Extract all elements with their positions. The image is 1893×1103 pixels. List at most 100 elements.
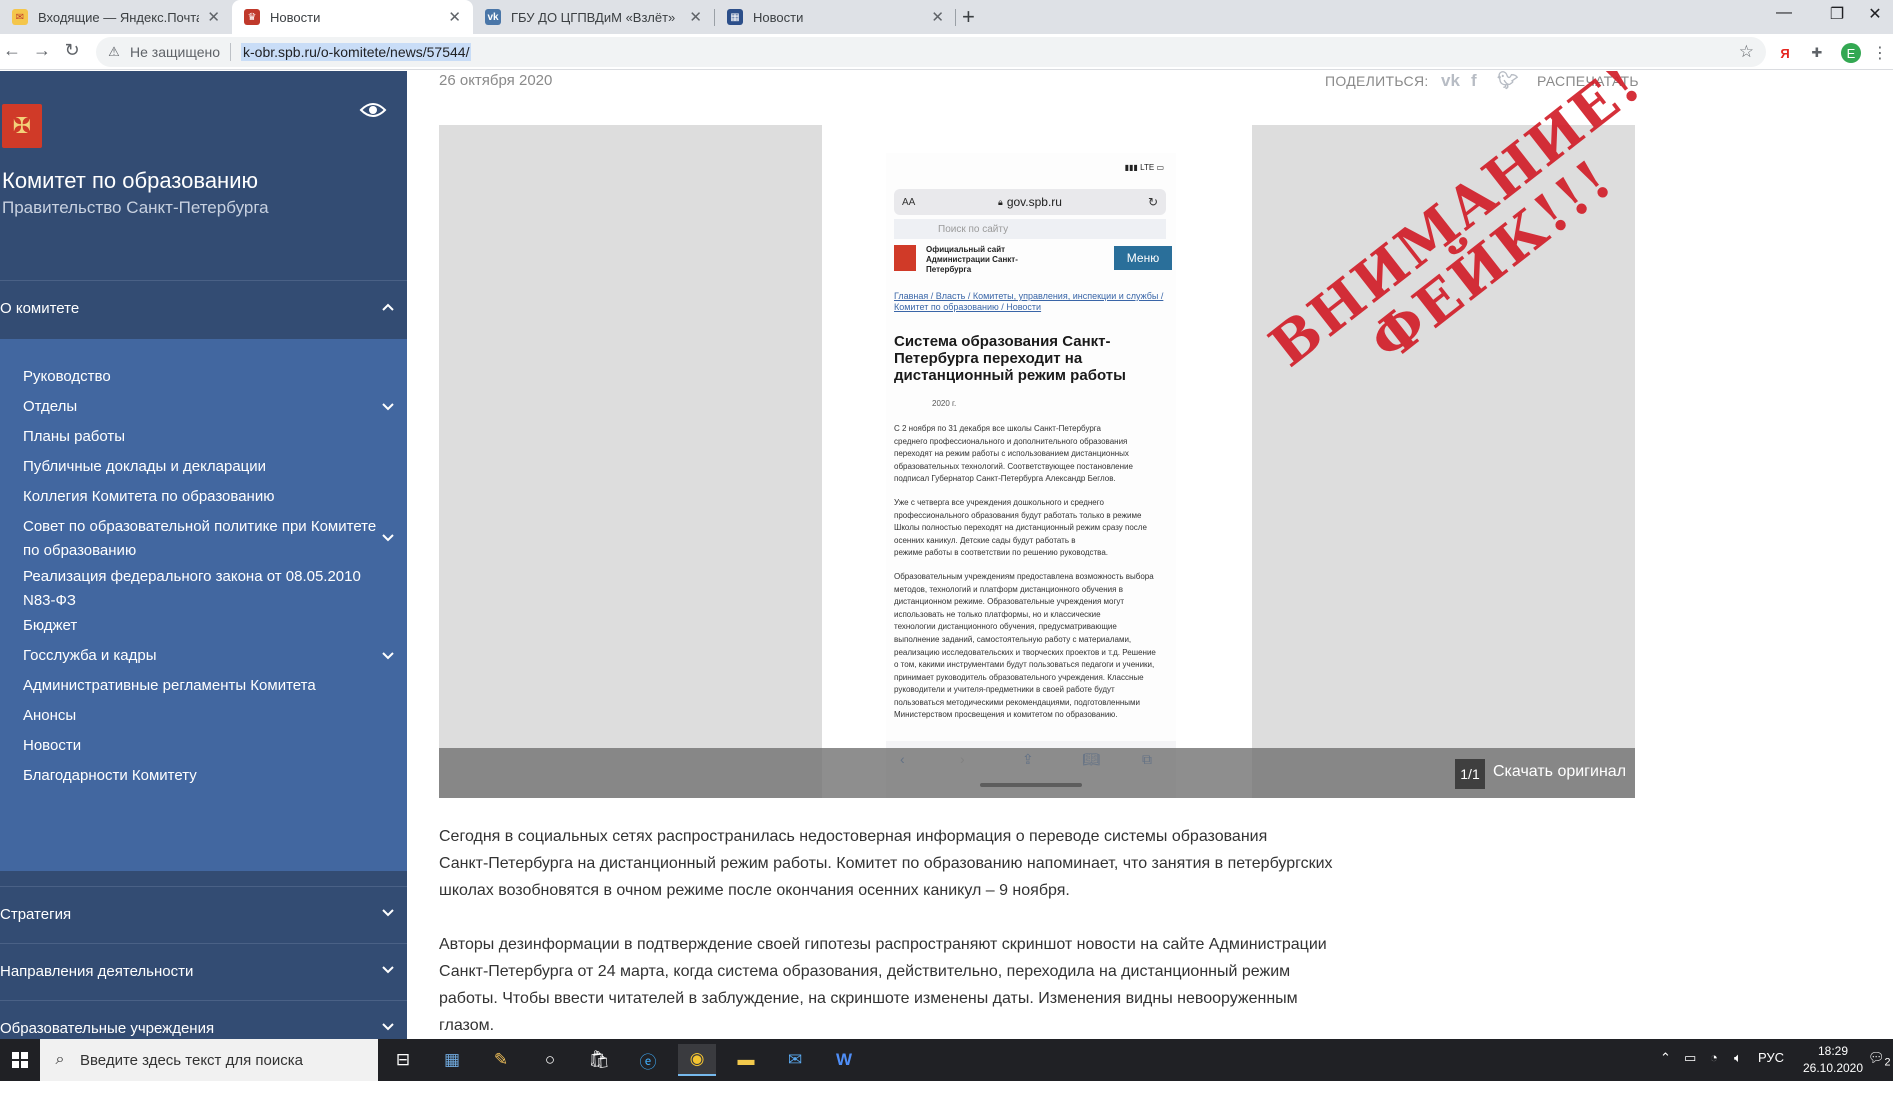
- tab-close-icon[interactable]: ✕: [689, 8, 702, 26]
- phone-body-line: использовать не только платформы, но и к…: [894, 609, 1101, 619]
- phone-site-title: Официальный сайт Администрации Санкт-Пет…: [926, 245, 1018, 274]
- sidebar-item-thanks[interactable]: Благодарности Комитету: [23, 764, 383, 788]
- chevron-down-icon[interactable]: [381, 963, 395, 977]
- phone-body-line: реализацию исследовательских и творчески…: [894, 647, 1156, 657]
- restore-icon[interactable]: ❐: [1822, 4, 1852, 24]
- reload-icon[interactable]: ↻: [60, 40, 84, 61]
- mail-icon[interactable]: ✉: [776, 1044, 814, 1076]
- kebab-menu-icon[interactable]: ⋮: [1870, 43, 1890, 63]
- sidebar-section-label: Стратегия: [0, 906, 72, 923]
- cortana-icon[interactable]: ○: [531, 1044, 569, 1076]
- battery-icon[interactable]: ▭: [1684, 1050, 1696, 1066]
- tab-yandex-mail[interactable]: ✉ Входящие — Яндекс.Почта ✕: [0, 0, 232, 34]
- taskbar-search-box[interactable]: ⌕ Введите здесь текст для поиска: [40, 1039, 378, 1081]
- sidebar-item-collegium[interactable]: Коллегия Комитета по образованию: [23, 485, 383, 509]
- back-arrow-icon[interactable]: ←: [0, 40, 24, 61]
- not-secure-label[interactable]: Не защищено: [130, 44, 220, 60]
- organization-name[interactable]: Комитет по образованию: [2, 168, 258, 194]
- paragraph-line: Авторы дезинформации в подтверждение сво…: [439, 936, 1327, 953]
- sidebar-section-directions[interactable]: Направления деятельности: [0, 943, 407, 999]
- sidebar-item-news[interactable]: Новости: [23, 734, 383, 758]
- windows-start-icon[interactable]: [0, 1039, 40, 1081]
- url-text[interactable]: k-obr.spb.ru/o-komitete/news/57544/: [241, 43, 472, 61]
- phone-search-bar: Поиск по сайту: [894, 219, 1166, 239]
- paragraph-line: Сегодня в социальных сетях распространил…: [439, 828, 1268, 845]
- yandex-extension-icon[interactable]: Я: [1775, 43, 1795, 63]
- phone-body-line: Министерством просвещения и комитетом по…: [894, 710, 1118, 720]
- phone-body-line: пользоваться методическими рекомендациям…: [894, 697, 1141, 707]
- tab-vzlet[interactable]: vk ГБУ ДО ЦГПВДиМ «Взлёт» ✕: [473, 0, 714, 34]
- chevron-down-icon[interactable]: [381, 400, 395, 414]
- chrome-icon[interactable]: ◉: [678, 1044, 716, 1076]
- word-icon[interactable]: W: [825, 1044, 863, 1076]
- sidebar-item-leadership[interactable]: Руководство: [23, 365, 383, 389]
- sidebar-item-work-plans[interactable]: Планы работы: [23, 425, 383, 449]
- twitter-share-icon[interactable]: 🐦︎: [1497, 71, 1519, 91]
- chevron-down-icon[interactable]: [381, 1020, 395, 1034]
- phone-body-line: переходят на режим работы с использовани…: [894, 449, 1129, 459]
- language-indicator[interactable]: РУС: [1758, 1050, 1784, 1065]
- bookmark-star-icon[interactable]: ☆: [1739, 42, 1754, 62]
- sidebar-section-label: О комитете: [0, 300, 80, 317]
- article-date: 26 октября 2020: [439, 72, 553, 89]
- sidebar: ✠ Комитет по образованию Правительство С…: [0, 71, 407, 1039]
- store-icon[interactable]: 🛍︎: [580, 1044, 618, 1076]
- sidebar-item-announcements[interactable]: Анонсы: [23, 704, 383, 728]
- vk-share-icon[interactable]: vk: [1441, 71, 1460, 91]
- profile-avatar[interactable]: E: [1841, 43, 1861, 63]
- minimize-icon[interactable]: —: [1769, 4, 1799, 22]
- sidebar-section-strategy[interactable]: Стратегия: [0, 886, 407, 942]
- phone-body-line: методов, технологий и платформ дистанцио…: [894, 584, 1123, 594]
- forward-arrow-icon[interactable]: →: [30, 40, 54, 61]
- phone-menu-button: Меню: [1114, 246, 1172, 270]
- sidebar-item-civil-service[interactable]: Госслужба и кадры: [23, 644, 383, 668]
- task-view-icon[interactable]: ⊟: [384, 1044, 422, 1076]
- facebook-share-icon[interactable]: f: [1471, 71, 1477, 91]
- address-bar[interactable]: ⚠ Не защищено k-obr.spb.ru/o-komitete/ne…: [96, 37, 1766, 67]
- chevron-down-icon[interactable]: [381, 531, 395, 545]
- edge-icon[interactable]: ⓔ: [629, 1044, 667, 1076]
- tab-title: Входящие — Яндекс.Почта: [38, 9, 200, 25]
- tab-close-icon[interactable]: ✕: [207, 8, 220, 26]
- tab-close-icon[interactable]: ✕: [448, 8, 461, 26]
- file-explorer-icon[interactable]: ▬: [727, 1044, 765, 1076]
- clock[interactable]: 18:29 26.10.2020: [1801, 1043, 1865, 1077]
- phone-coat-of-arms-icon: [894, 245, 916, 271]
- sidebar-item-regulations[interactable]: Административные регламенты Комитета: [23, 674, 383, 698]
- chevron-down-icon[interactable]: [381, 906, 395, 920]
- sidebar-item-public-reports[interactable]: Публичные доклады и декларации: [23, 455, 383, 479]
- warning-icon[interactable]: ⚠: [106, 44, 122, 60]
- phone-body-line: Школы полностью переходят на дистанционн…: [894, 523, 1147, 533]
- tab-title: Новости: [753, 9, 804, 25]
- tab-news-active[interactable]: ♛ Новости ✕: [232, 0, 473, 34]
- chevron-up-icon[interactable]: [381, 300, 395, 314]
- notifications-icon[interactable]: 💬︎2: [1868, 1050, 1891, 1069]
- accessibility-eye-icon[interactable]: [359, 101, 387, 119]
- phone-body-line: руководители и учителя-предметники в сво…: [894, 685, 1115, 695]
- article-paragraph-1: Сегодня в социальных сетях распространил…: [439, 823, 1439, 904]
- calculator-icon[interactable]: ▦: [433, 1044, 471, 1076]
- volume-icon[interactable]: 🔈︎: [1734, 1050, 1742, 1066]
- wifi-icon[interactable]: ◔: [1710, 1050, 1718, 1065]
- download-original-link[interactable]: Скачать оригинал: [1493, 763, 1626, 781]
- sidebar-item-education-council[interactable]: Совет по образовательной политике при Ко…: [23, 515, 383, 563]
- windows-taskbar: ⌕ Введите здесь текст для поиска ⊟ ▦ ✎ ○…: [0, 1039, 1893, 1081]
- close-window-icon[interactable]: ✕: [1860, 4, 1890, 24]
- phone-body-line: осенних каникул. Детские сады будут рабо…: [894, 535, 1076, 545]
- sidebar-item-departments[interactable]: Отделы: [23, 395, 383, 419]
- tab-close-icon[interactable]: ✕: [931, 8, 944, 26]
- puzzle-extensions-icon[interactable]: ✚: [1807, 43, 1827, 63]
- phone-paragraph-gap: [894, 560, 1170, 571]
- lock-icon: 🔒︎: [998, 196, 1003, 207]
- sidebar-item-budget[interactable]: Бюджет: [23, 614, 383, 638]
- sidebar-section-institutions[interactable]: Образовательные учреждения: [0, 1000, 407, 1039]
- sidebar-item-federal-law[interactable]: Реализация федерального закона от 08.05.…: [23, 565, 383, 613]
- sidebar-section-about[interactable]: О комитете: [0, 280, 407, 336]
- new-tab-plus-icon[interactable]: +: [962, 4, 975, 30]
- paint-icon[interactable]: ✎: [482, 1044, 520, 1076]
- tray-overflow-icon[interactable]: ⌃: [1660, 1050, 1671, 1066]
- phone-network: LTE: [1140, 163, 1155, 172]
- chevron-down-icon[interactable]: [381, 649, 395, 663]
- tab-news-2[interactable]: ▦ Новости ✕: [715, 0, 956, 34]
- spb-coat-of-arms-logo[interactable]: ✠: [2, 104, 42, 148]
